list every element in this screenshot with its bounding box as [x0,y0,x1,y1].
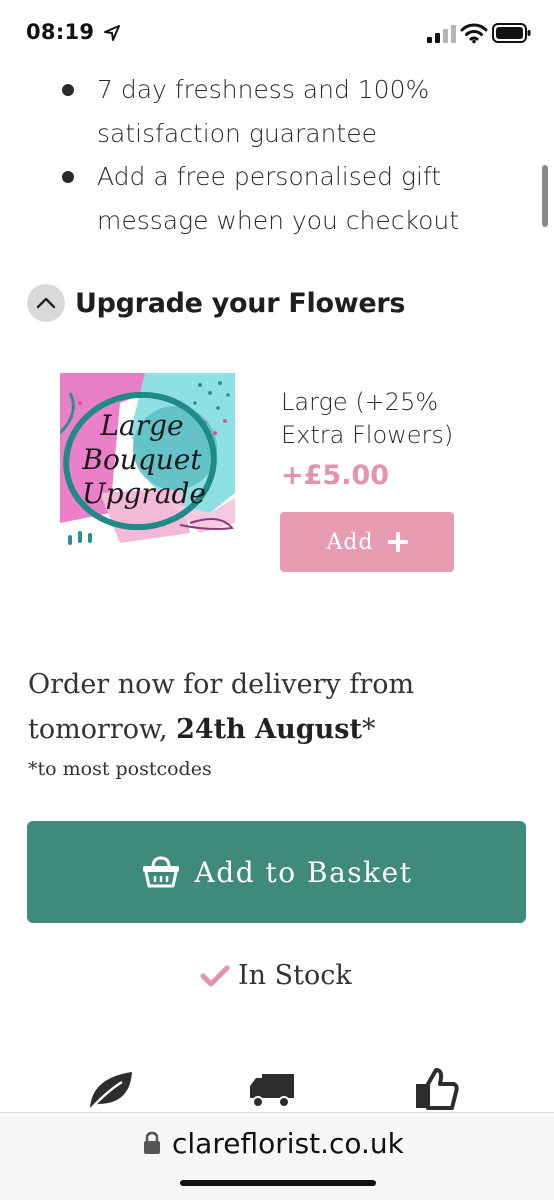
bullet-icon [62,171,74,183]
large-bouquet-upgrade-image[interactable]: Large Bouquet Upgrade [60,373,235,549]
list-item: 7 day freshness and 100% satisfaction gu… [62,68,532,155]
list-item: Add a free personalised gift message whe… [62,155,532,242]
leaf-icon [89,1072,132,1111]
upgrade-section-toggle[interactable]: Upgrade your Flowers [27,282,405,324]
battery-icon [492,23,531,43]
bullet-text: 7 day freshness and 100% satisfaction gu… [97,75,430,148]
checkmark-icon [200,965,230,986]
scrollbar[interactable] [542,165,548,227]
bullet-text: Add a free personalised gift message whe… [97,162,460,235]
upgrade-price: +£5.00 [281,460,390,491]
status-time: 08:19 [26,20,95,44]
thumbs-up-icon [416,1068,459,1110]
upgrade-name: Large (+25% Extra Flowers) [281,388,454,449]
chevron-up-icon[interactable] [27,284,65,322]
bullet-icon [62,84,74,96]
lock-icon [144,1131,160,1154]
stock-status: In Stock [200,960,352,991]
upgrade-title: Upgrade your Flowers [75,287,406,319]
add-upgrade-label: Add [326,529,374,555]
home-indicator[interactable] [180,1180,376,1186]
image-line-3: Upgrade [82,477,206,510]
features-list: 7 day freshness and 100% satisfaction gu… [62,68,532,242]
add-upgrade-button[interactable]: Add [280,512,454,572]
location-arrow-icon [104,25,120,41]
plus-icon [387,532,408,552]
image-line-2: Bouquet [81,443,202,476]
url-text[interactable]: clareflorist.co.uk [172,1127,404,1160]
delivery-truck-icon [250,1074,294,1108]
wifi-icon [460,23,488,44]
delivery-suffix: * [361,714,376,745]
browser-address-bar[interactable]: clareflorist.co.uk [0,1112,554,1200]
delivery-message: Order now for delivery from tomorrow, 24… [28,662,528,752]
add-to-basket-label: Add to Basket [194,855,413,889]
delivery-date: 24th August [176,714,362,745]
add-to-basket-button[interactable]: Add to Basket [27,821,526,923]
status-bar: 08:19 [0,0,554,68]
image-line-1: Large [99,409,183,442]
basket-icon [142,856,179,888]
delivery-note: *to most postcodes [28,758,212,780]
stock-label: In Stock [238,960,352,991]
cellular-signal-icon [427,25,456,43]
